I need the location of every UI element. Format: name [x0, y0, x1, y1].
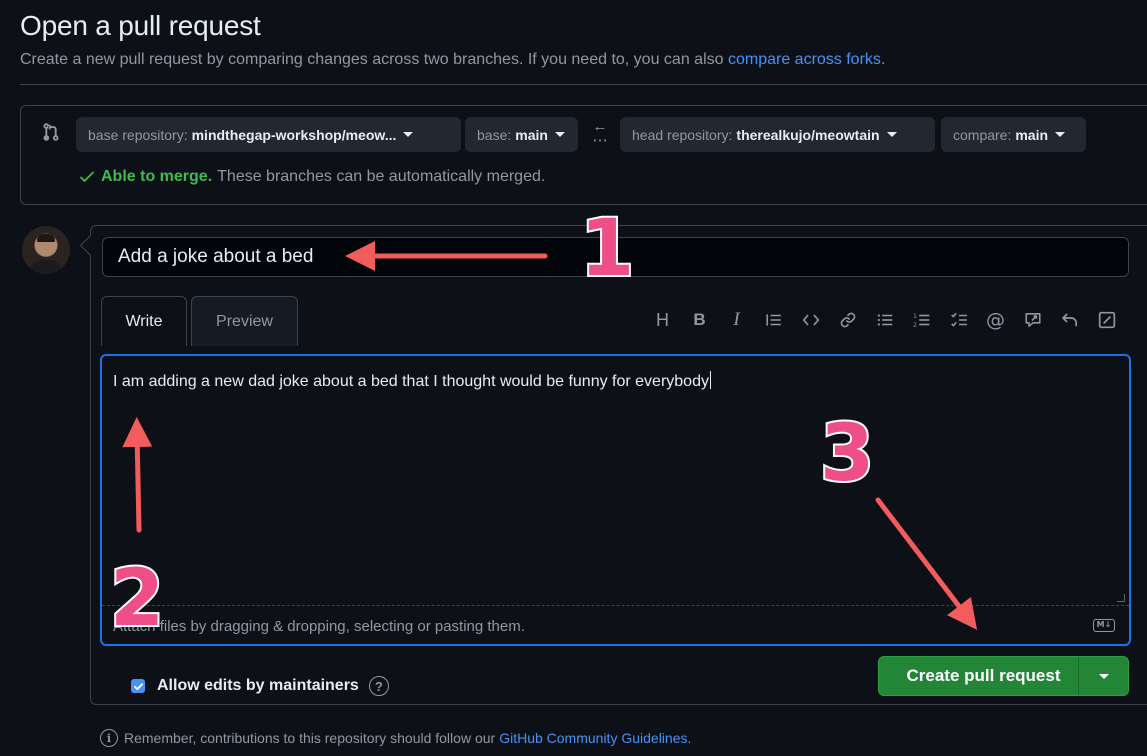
pr-form: Add a joke about a bed Write Preview H B… [90, 225, 1147, 705]
allow-edits-option[interactable]: Allow edits by maintainers ? [131, 676, 389, 696]
reference-icon[interactable] [1019, 308, 1046, 332]
pr-body-editor[interactable]: I am adding a new dad joke about a bed t… [100, 354, 1131, 646]
attach-files-text[interactable]: Attach files by dragging & dropping, sel… [113, 618, 525, 635]
base-repository-select[interactable]: base repository: mindthegap-workshop/meo… [76, 117, 461, 152]
caret-down-icon [554, 132, 565, 137]
compare-branch-value: main [1015, 126, 1049, 143]
page-subtitle: Create a new pull request by comparing c… [20, 51, 885, 69]
attach-files-bar[interactable]: Attach files by dragging & dropping, sel… [102, 605, 1129, 644]
annotation-number-1: 1 [578, 204, 636, 294]
create-pull-request-button[interactable]: Create pull request [878, 656, 1129, 696]
check-icon [133, 682, 143, 690]
subtitle-end: . [880, 51, 886, 68]
footnote-end: . [687, 730, 692, 746]
check-icon [80, 171, 94, 182]
fullscreen-icon[interactable] [1093, 308, 1120, 332]
caret-down-icon [1098, 673, 1109, 679]
compare-branch-select[interactable]: compare: main [941, 117, 1086, 152]
bullet-list-icon[interactable] [871, 308, 898, 332]
head-repository-label: head repository: [632, 126, 733, 143]
page-title: Open a pull request [20, 10, 261, 41]
numbered-list-icon[interactable]: 12 [908, 308, 935, 332]
tab-preview[interactable]: Preview [191, 296, 298, 346]
compare-box: base repository: mindthegap-workshop/meo… [20, 105, 1147, 205]
compare-branch-label: compare: [953, 126, 1012, 143]
quote-icon[interactable] [760, 308, 787, 332]
undo-icon[interactable] [1056, 308, 1083, 332]
italic-icon[interactable]: I [723, 308, 750, 332]
base-branch-label: base: [477, 126, 512, 143]
caret-down-icon [886, 132, 897, 137]
arrow-left-icon: ← ⋯ [592, 118, 608, 149]
create-options-dropdown[interactable] [1078, 657, 1128, 695]
svg-text:1: 1 [913, 313, 917, 320]
community-guidelines-note: i Remember, contributions to this reposi… [100, 729, 691, 747]
head-repository-select[interactable]: head repository: therealkujo/meowtain [620, 117, 935, 152]
community-guidelines-link[interactable]: GitHub Community Guidelines [499, 730, 687, 746]
allow-edits-checkbox[interactable] [131, 679, 145, 693]
task-list-icon[interactable] [945, 308, 972, 332]
allow-edits-label: Allow edits by maintainers [157, 677, 359, 694]
create-pull-request-label: Create pull request [906, 666, 1061, 685]
base-branch-select[interactable]: base: main [465, 117, 578, 152]
link-icon[interactable] [834, 308, 861, 332]
annotation-number-3: 3 [818, 409, 876, 499]
avatar[interactable] [22, 226, 70, 274]
question-icon[interactable]: ? [368, 676, 389, 696]
merge-status: Able to merge. These branches can be aut… [79, 168, 545, 186]
divider [20, 84, 1147, 85]
bold-icon[interactable]: B [686, 308, 713, 332]
info-icon: i [100, 729, 118, 747]
pr-body-textarea[interactable]: I am adding a new dad joke about a bed t… [113, 371, 711, 391]
markdown-icon[interactable]: M↓ [1093, 619, 1115, 632]
base-repository-value: mindthegap-workshop/meow... [191, 126, 397, 143]
tab-write[interactable]: Write [101, 296, 187, 346]
merge-ok-text: Able to merge. [101, 168, 213, 185]
annotation-number-2: 2 [108, 554, 166, 644]
resize-handle-icon[interactable] [1117, 594, 1125, 602]
heading-icon[interactable]: H [649, 308, 676, 332]
markdown-toolbar: H B I 12 @ [649, 308, 1130, 332]
merge-status-text: These branches can be automatically merg… [217, 168, 546, 185]
caret-down-icon [1055, 132, 1066, 137]
footnote-text: Remember, contributions to this reposito… [124, 730, 496, 746]
caret-down-icon [403, 132, 414, 137]
pr-body-text: I am adding a new dad joke about a bed t… [113, 373, 709, 390]
compare-arrows-icon [43, 123, 59, 141]
mention-icon[interactable]: @ [982, 308, 1009, 332]
head-repository-value: therealkujo/meowtain [736, 126, 880, 143]
compare-across-forks-link[interactable]: compare across forks [728, 51, 881, 68]
code-icon[interactable] [797, 308, 824, 332]
svg-text:2: 2 [913, 322, 917, 329]
text-cursor [709, 371, 711, 389]
base-repository-label: base repository: [88, 126, 188, 143]
subtitle-text: Create a new pull request by comparing c… [20, 51, 728, 68]
base-branch-value: main [515, 126, 548, 143]
